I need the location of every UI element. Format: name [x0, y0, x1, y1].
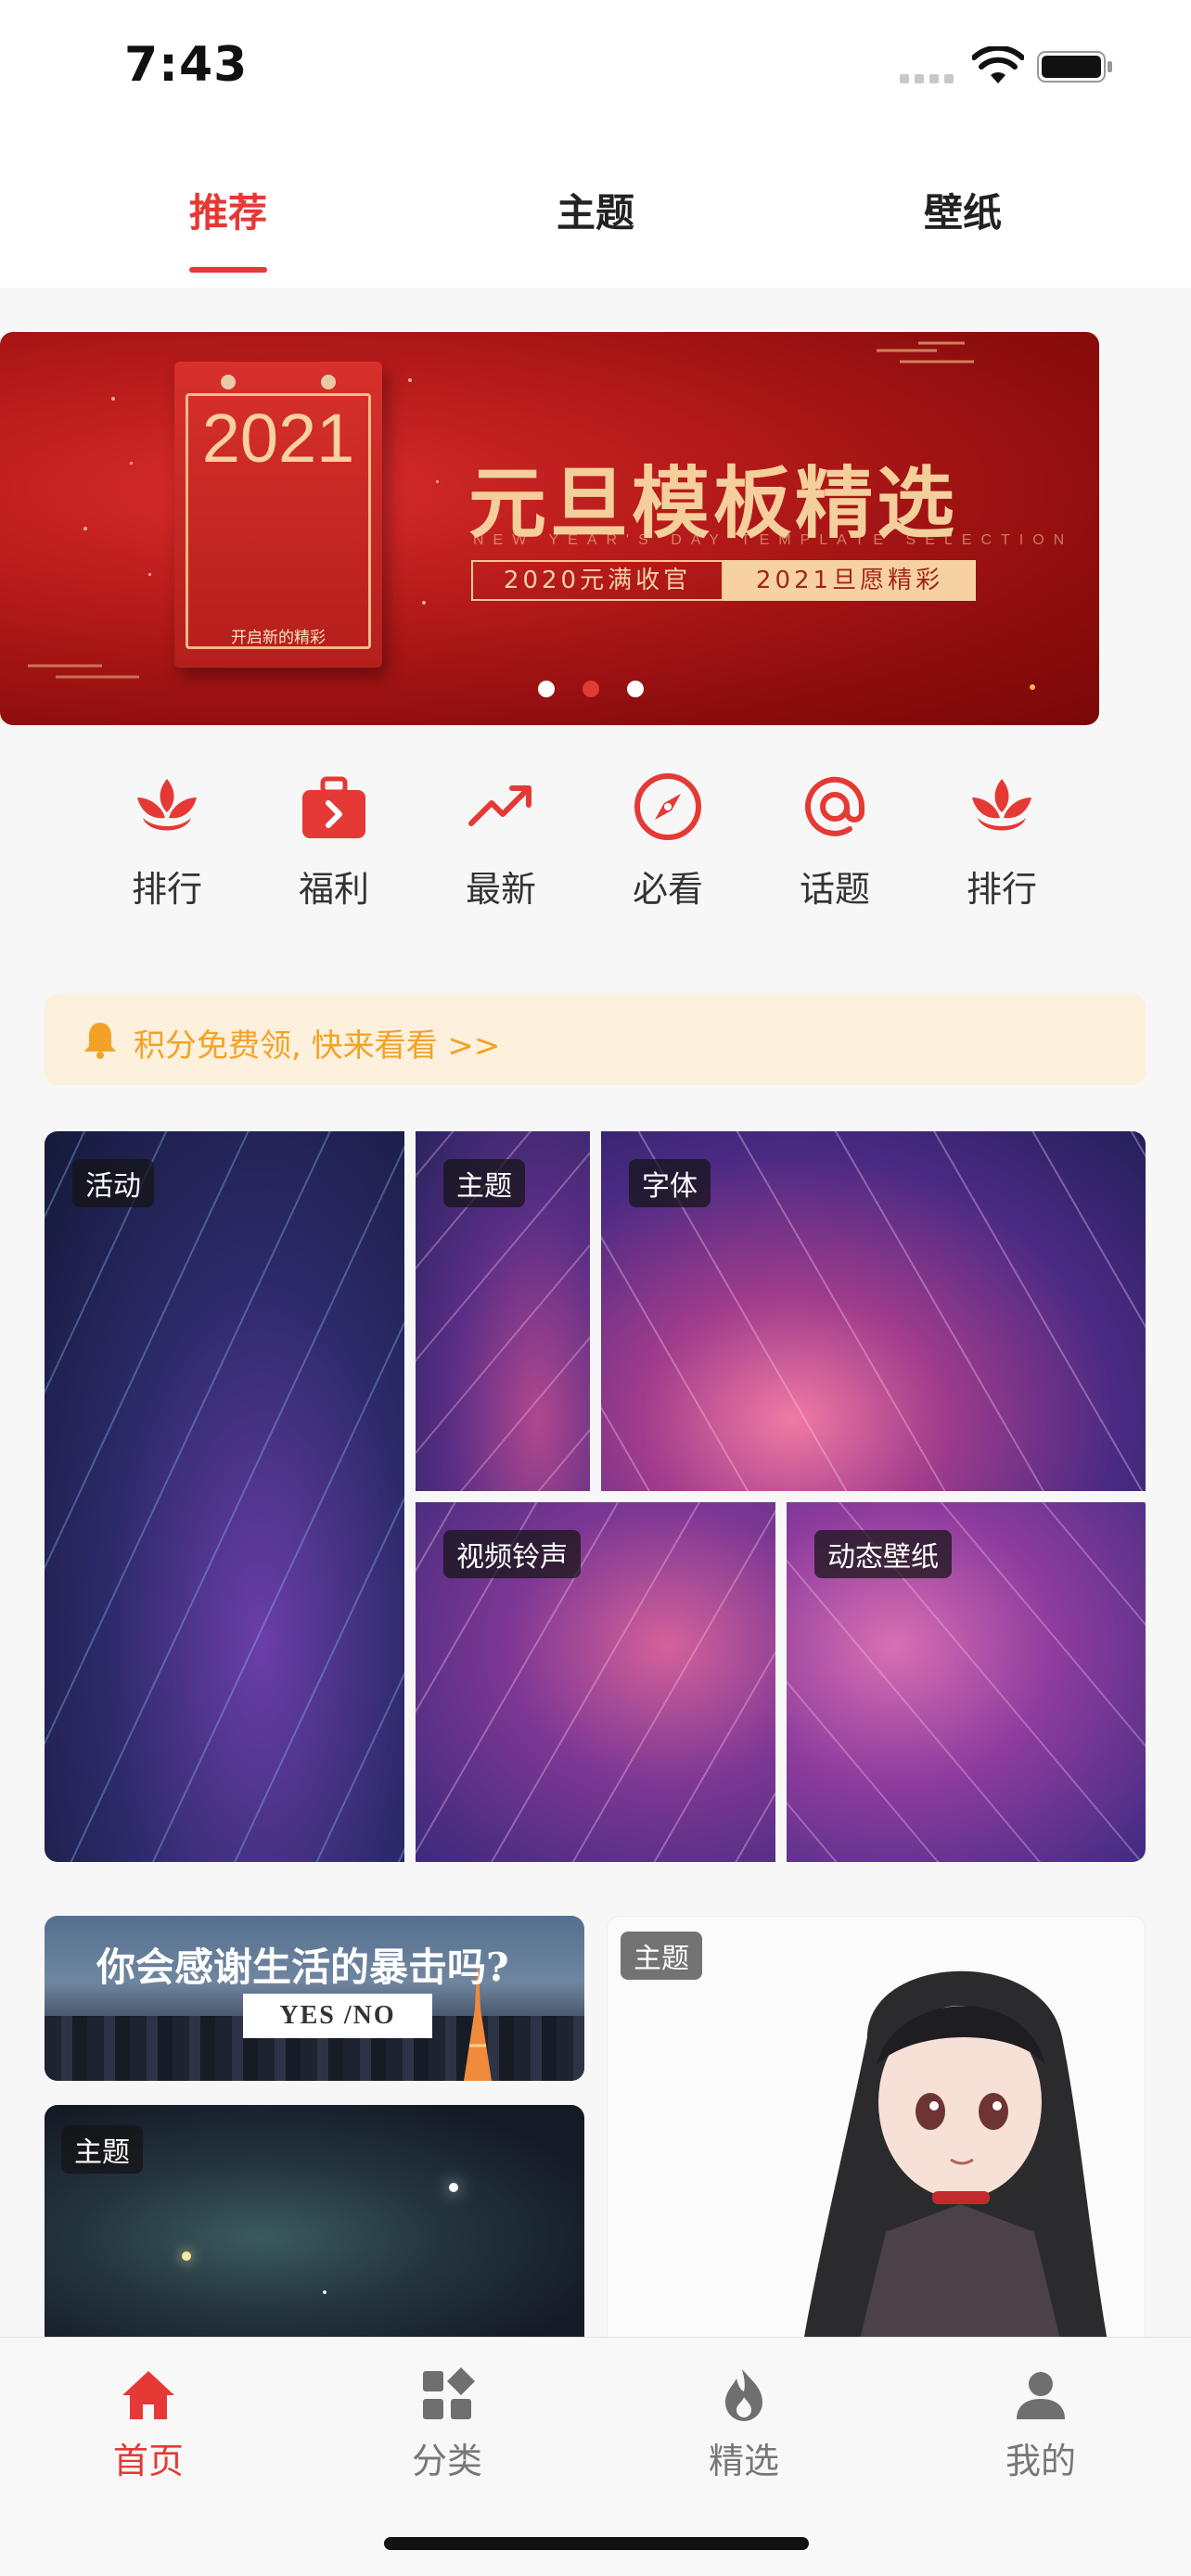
- bottom-tab-category[interactable]: 分类: [354, 2366, 540, 2483]
- at-sign-icon: [805, 776, 865, 836]
- mosaic-tile-activity[interactable]: 活动: [45, 1131, 404, 1862]
- quick-nav-label: 最新: [465, 869, 536, 910]
- tab-wallpaper[interactable]: 壁纸: [870, 182, 1056, 238]
- quick-nav-welfare[interactable]: 福利: [264, 770, 403, 912]
- calendar-illustration: 2021 开启新的精彩: [174, 362, 382, 668]
- bottom-tab-featured[interactable]: 精选: [651, 2366, 837, 2483]
- cloud-decoration-icon: [28, 664, 139, 679]
- quick-nav-topic[interactable]: 话题: [765, 770, 904, 912]
- banner-subtitle: NEW YEAR'S DAY TEMPLATE SELECTION: [473, 532, 1074, 548]
- mosaic-tile-font[interactable]: 字体: [601, 1131, 1146, 1491]
- status-bar: 7:43: [0, 0, 1191, 139]
- bottom-tab-label: 分类: [411, 2441, 482, 2481]
- quick-nav-label: 排行: [131, 869, 202, 910]
- quick-nav-latest[interactable]: 最新: [431, 770, 570, 912]
- carousel-dot[interactable]: [627, 681, 644, 697]
- bottom-tab-profile[interactable]: 我的: [948, 2366, 1133, 2483]
- mosaic-tile-theme[interactable]: 主题: [416, 1131, 590, 1491]
- bottom-tab-label: 精选: [708, 2441, 779, 2481]
- quick-nav-label: 必看: [632, 869, 703, 910]
- calendar-year: 2021: [201, 400, 355, 477]
- tile-tag: 动态壁纸: [814, 1530, 952, 1578]
- lotus-icon: [972, 779, 1031, 831]
- notice-text: 积分免费领, 快来看看 >>: [134, 1027, 501, 1065]
- tab-theme[interactable]: 主题: [503, 182, 688, 238]
- tile-tag: 活动: [72, 1159, 154, 1207]
- carousel-dots: [538, 681, 644, 697]
- carousel-dot[interactable]: [538, 681, 555, 697]
- banner-tag-right: 2021旦愿精彩: [724, 560, 976, 601]
- category-mosaic: 活动 主题 字体 视频铃声 动态壁纸: [45, 1131, 1146, 1862]
- points-notice-banner[interactable]: 积分免费领, 快来看看 >>: [45, 994, 1146, 1085]
- quick-nav: 排行 福利 最新 必看 话题 排行: [0, 770, 1191, 918]
- lotus-icon: [137, 779, 197, 831]
- tile-tag: 主题: [443, 1159, 525, 1207]
- mosaic-tile-ringtone[interactable]: 视频铃声: [416, 1502, 775, 1862]
- anime-character-illustration: [802, 1970, 1108, 2345]
- tile-tag: 视频铃声: [443, 1530, 581, 1578]
- battery-icon: [1037, 51, 1112, 83]
- tile-tag: 字体: [629, 1159, 711, 1207]
- calendar-caption: 开启新的精彩: [231, 629, 326, 647]
- tab-indicator: [189, 267, 267, 273]
- trending-up-icon: [468, 785, 531, 826]
- gift-bag-icon: [302, 776, 365, 838]
- top-tab-bar: 推荐 主题 壁纸: [0, 139, 1191, 287]
- banner-tag-left: 2020元满收官: [471, 560, 724, 601]
- quick-nav-label: 福利: [298, 869, 369, 910]
- user-icon: [1017, 2372, 1065, 2419]
- tile-tag: 主题: [621, 1932, 702, 1980]
- carousel-dot-active[interactable]: [583, 681, 599, 697]
- flame-icon: [725, 2369, 762, 2421]
- banner-carousel[interactable]: 2021 开启新的精彩 元旦模板精选 NEW YEAR'S DAY TEMPLA…: [0, 332, 1099, 725]
- cloud-decoration-icon: [877, 341, 974, 363]
- tab-recommend[interactable]: 推荐: [135, 182, 321, 238]
- status-time: 7:43: [124, 37, 249, 93]
- quote-text: 你会感谢生活的暴击吗?: [96, 1945, 509, 1990]
- home-icon: [122, 2371, 174, 2419]
- category-icon: [423, 2367, 475, 2419]
- wifi-icon: [972, 46, 1024, 83]
- quick-nav-ranking-2[interactable]: 排行: [932, 770, 1071, 912]
- quick-nav-label: 排行: [966, 869, 1037, 910]
- feed-card-space-theme[interactable]: 主题: [45, 2105, 584, 2346]
- yes-no-label: YES /NO: [243, 1994, 432, 2038]
- quick-nav-ranking[interactable]: 排行: [97, 770, 237, 912]
- tile-tag: 主题: [61, 2125, 143, 2174]
- home-indicator[interactable]: [384, 2537, 809, 2550]
- feed-card-quote[interactable]: 你会感谢生活的暴击吗? YES /NO: [45, 1916, 584, 2081]
- cellular-signal-icon: [900, 74, 954, 83]
- compass-icon: [634, 773, 701, 840]
- mosaic-tile-live-wallpaper[interactable]: 动态壁纸: [787, 1502, 1146, 1862]
- bell-icon: [84, 1023, 116, 1059]
- feed-card-anime-theme[interactable]: 主题: [607, 1916, 1146, 2346]
- quick-nav-must-see[interactable]: 必看: [598, 770, 737, 912]
- quick-nav-label: 话题: [799, 869, 870, 910]
- bottom-tab-label: 我的: [1005, 2441, 1076, 2481]
- bottom-tab-label: 首页: [112, 2441, 184, 2481]
- bottom-tab-home[interactable]: 首页: [56, 2366, 241, 2483]
